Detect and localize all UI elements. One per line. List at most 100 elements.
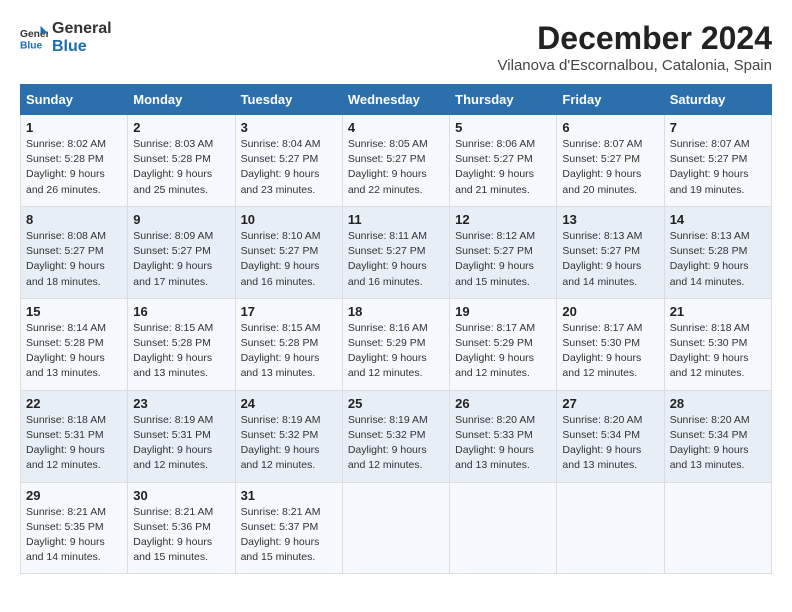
calendar-day-cell: 12 Sunrise: 8:12 AMSunset: 5:27 PMDaylig… [450,206,557,298]
day-number: 14 [670,212,766,227]
calendar-body: 1 Sunrise: 8:02 AMSunset: 5:28 PMDayligh… [21,115,772,574]
calendar-day-cell: 29 Sunrise: 8:21 AMSunset: 5:35 PMDaylig… [21,482,128,574]
title-area: December 2024 Vilanova d'Escornalbou, Ca… [498,20,772,74]
weekday-header-tuesday: Tuesday [235,85,342,115]
logo: General Blue General Blue [20,20,112,55]
day-number: 31 [241,488,337,503]
day-info: Sunrise: 8:21 AMSunset: 5:36 PMDaylight:… [133,506,213,564]
day-info: Sunrise: 8:19 AMSunset: 5:32 PMDaylight:… [348,414,428,472]
weekday-header-thursday: Thursday [450,85,557,115]
day-number: 15 [26,304,122,319]
calendar-day-cell [342,482,449,574]
calendar-day-cell: 13 Sunrise: 8:13 AMSunset: 5:27 PMDaylig… [557,206,664,298]
calendar-day-cell: 23 Sunrise: 8:19 AMSunset: 5:31 PMDaylig… [128,390,235,482]
day-info: Sunrise: 8:02 AMSunset: 5:28 PMDaylight:… [26,138,106,196]
calendar-day-cell: 19 Sunrise: 8:17 AMSunset: 5:29 PMDaylig… [450,298,557,390]
day-number: 3 [241,120,337,135]
calendar-day-cell: 8 Sunrise: 8:08 AMSunset: 5:27 PMDayligh… [21,206,128,298]
calendar-day-cell: 6 Sunrise: 8:07 AMSunset: 5:27 PMDayligh… [557,115,664,207]
day-info: Sunrise: 8:08 AMSunset: 5:27 PMDaylight:… [26,230,106,288]
calendar-day-cell: 7 Sunrise: 8:07 AMSunset: 5:27 PMDayligh… [664,115,771,207]
day-number: 17 [241,304,337,319]
calendar-day-cell: 9 Sunrise: 8:09 AMSunset: 5:27 PMDayligh… [128,206,235,298]
calendar-day-cell: 31 Sunrise: 8:21 AMSunset: 5:37 PMDaylig… [235,482,342,574]
calendar-week-row: 1 Sunrise: 8:02 AMSunset: 5:28 PMDayligh… [21,115,772,207]
calendar-week-row: 8 Sunrise: 8:08 AMSunset: 5:27 PMDayligh… [21,206,772,298]
day-info: Sunrise: 8:19 AMSunset: 5:31 PMDaylight:… [133,414,213,472]
calendar-day-cell [664,482,771,574]
calendar-header: SundayMondayTuesdayWednesdayThursdayFrid… [21,85,772,115]
day-number: 16 [133,304,229,319]
day-number: 21 [670,304,766,319]
day-info: Sunrise: 8:03 AMSunset: 5:28 PMDaylight:… [133,138,213,196]
day-number: 11 [348,212,444,227]
day-number: 30 [133,488,229,503]
calendar-day-cell: 1 Sunrise: 8:02 AMSunset: 5:28 PMDayligh… [21,115,128,207]
day-info: Sunrise: 8:20 AMSunset: 5:34 PMDaylight:… [670,414,750,472]
weekday-header-friday: Friday [557,85,664,115]
calendar-day-cell: 16 Sunrise: 8:15 AMSunset: 5:28 PMDaylig… [128,298,235,390]
weekday-header-row: SundayMondayTuesdayWednesdayThursdayFrid… [21,85,772,115]
day-number: 24 [241,396,337,411]
calendar-day-cell: 10 Sunrise: 8:10 AMSunset: 5:27 PMDaylig… [235,206,342,298]
weekday-header-saturday: Saturday [664,85,771,115]
day-info: Sunrise: 8:04 AMSunset: 5:27 PMDaylight:… [241,138,321,196]
day-number: 5 [455,120,551,135]
calendar-day-cell: 14 Sunrise: 8:13 AMSunset: 5:28 PMDaylig… [664,206,771,298]
day-info: Sunrise: 8:21 AMSunset: 5:35 PMDaylight:… [26,506,106,564]
day-info: Sunrise: 8:21 AMSunset: 5:37 PMDaylight:… [241,506,321,564]
month-year-title: December 2024 [498,20,772,57]
day-info: Sunrise: 8:14 AMSunset: 5:28 PMDaylight:… [26,322,106,380]
day-info: Sunrise: 8:11 AMSunset: 5:27 PMDaylight:… [348,230,427,288]
day-number: 2 [133,120,229,135]
day-info: Sunrise: 8:07 AMSunset: 5:27 PMDaylight:… [562,138,642,196]
logo-general: General [52,20,112,38]
calendar-day-cell: 20 Sunrise: 8:17 AMSunset: 5:30 PMDaylig… [557,298,664,390]
day-number: 19 [455,304,551,319]
day-info: Sunrise: 8:20 AMSunset: 5:34 PMDaylight:… [562,414,642,472]
weekday-header-monday: Monday [128,85,235,115]
day-number: 10 [241,212,337,227]
day-number: 4 [348,120,444,135]
calendar-day-cell: 5 Sunrise: 8:06 AMSunset: 5:27 PMDayligh… [450,115,557,207]
day-number: 12 [455,212,551,227]
day-number: 6 [562,120,658,135]
day-number: 26 [455,396,551,411]
day-number: 20 [562,304,658,319]
day-info: Sunrise: 8:12 AMSunset: 5:27 PMDaylight:… [455,230,535,288]
calendar-day-cell: 25 Sunrise: 8:19 AMSunset: 5:32 PMDaylig… [342,390,449,482]
day-info: Sunrise: 8:18 AMSunset: 5:31 PMDaylight:… [26,414,106,472]
calendar-day-cell: 17 Sunrise: 8:15 AMSunset: 5:28 PMDaylig… [235,298,342,390]
day-info: Sunrise: 8:15 AMSunset: 5:28 PMDaylight:… [241,322,321,380]
calendar-day-cell: 4 Sunrise: 8:05 AMSunset: 5:27 PMDayligh… [342,115,449,207]
calendar-day-cell: 26 Sunrise: 8:20 AMSunset: 5:33 PMDaylig… [450,390,557,482]
calendar-day-cell: 28 Sunrise: 8:20 AMSunset: 5:34 PMDaylig… [664,390,771,482]
day-info: Sunrise: 8:18 AMSunset: 5:30 PMDaylight:… [670,322,750,380]
day-number: 1 [26,120,122,135]
day-number: 18 [348,304,444,319]
day-info: Sunrise: 8:09 AMSunset: 5:27 PMDaylight:… [133,230,213,288]
logo-icon: General Blue [20,24,48,52]
calendar-day-cell: 22 Sunrise: 8:18 AMSunset: 5:31 PMDaylig… [21,390,128,482]
day-info: Sunrise: 8:20 AMSunset: 5:33 PMDaylight:… [455,414,535,472]
day-info: Sunrise: 8:13 AMSunset: 5:28 PMDaylight:… [670,230,750,288]
day-number: 29 [26,488,122,503]
day-number: 28 [670,396,766,411]
calendar-day-cell: 2 Sunrise: 8:03 AMSunset: 5:28 PMDayligh… [128,115,235,207]
calendar-day-cell: 27 Sunrise: 8:20 AMSunset: 5:34 PMDaylig… [557,390,664,482]
day-info: Sunrise: 8:10 AMSunset: 5:27 PMDaylight:… [241,230,321,288]
calendar-table: SundayMondayTuesdayWednesdayThursdayFrid… [20,84,772,574]
calendar-day-cell: 30 Sunrise: 8:21 AMSunset: 5:36 PMDaylig… [128,482,235,574]
calendar-day-cell: 24 Sunrise: 8:19 AMSunset: 5:32 PMDaylig… [235,390,342,482]
calendar-day-cell [557,482,664,574]
calendar-day-cell: 3 Sunrise: 8:04 AMSunset: 5:27 PMDayligh… [235,115,342,207]
calendar-day-cell: 21 Sunrise: 8:18 AMSunset: 5:30 PMDaylig… [664,298,771,390]
calendar-week-row: 22 Sunrise: 8:18 AMSunset: 5:31 PMDaylig… [21,390,772,482]
calendar-week-row: 29 Sunrise: 8:21 AMSunset: 5:35 PMDaylig… [21,482,772,574]
day-number: 27 [562,396,658,411]
calendar-day-cell: 15 Sunrise: 8:14 AMSunset: 5:28 PMDaylig… [21,298,128,390]
weekday-header-sunday: Sunday [21,85,128,115]
day-info: Sunrise: 8:15 AMSunset: 5:28 PMDaylight:… [133,322,213,380]
calendar-week-row: 15 Sunrise: 8:14 AMSunset: 5:28 PMDaylig… [21,298,772,390]
header: General Blue General Blue December 2024 … [20,20,772,74]
